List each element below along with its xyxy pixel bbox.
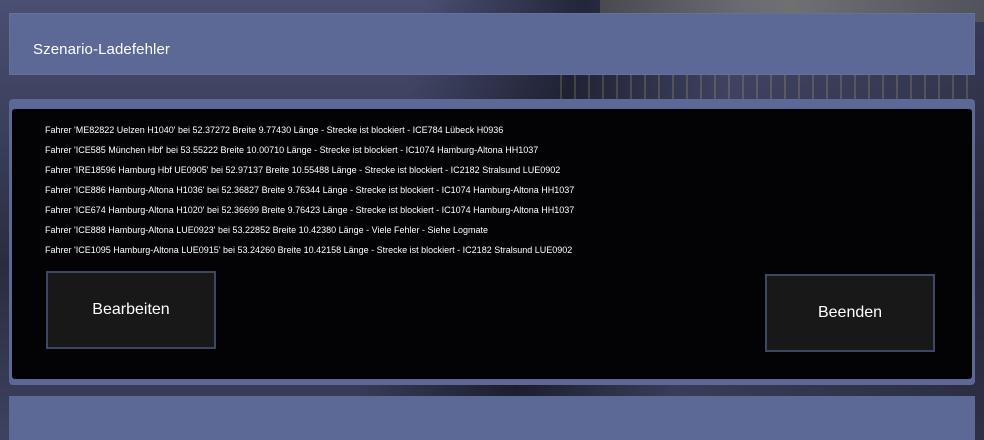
error-log-line: Fahrer 'ICE674 Hamburg-Altona H1020' bei… (45, 205, 575, 215)
quit-button-label: Beenden (817, 304, 883, 321)
error-panel: Fahrer 'ME82822 Uelzen H1040' bei 52.372… (12, 109, 972, 379)
error-log-line: Fahrer 'ICE888 Hamburg-Altona LUE0923' b… (45, 225, 489, 235)
error-log-line: Fahrer 'ICE886 Hamburg-Altona H1036' bei… (45, 185, 575, 195)
error-log-list: Fahrer 'ME82822 Uelzen H1040' bei 52.372… (45, 120, 574, 260)
dialog-title: Szenario-Ladefehler (33, 41, 170, 58)
error-log-line: Fahrer 'ME82822 Uelzen H1040' bei 52.372… (45, 125, 504, 135)
error-log-line: Fahrer 'ICE1095 Hamburg-Altona LUE0915' … (45, 245, 573, 255)
edit-button[interactable]: Bearbeiten (46, 271, 216, 349)
dialog-title-bar: Szenario-Ladefehler (9, 13, 975, 75)
error-log-line: Fahrer 'IRE18596 Hamburg Hbf UE0905' bei… (45, 165, 561, 175)
dialog-footer-bar (9, 396, 975, 440)
error-log-line: Fahrer 'ICE585 München Hbf' bei 53.55222… (45, 145, 539, 155)
edit-button-label: Bearbeiten (92, 301, 170, 318)
quit-button[interactable]: Beenden (765, 274, 935, 352)
